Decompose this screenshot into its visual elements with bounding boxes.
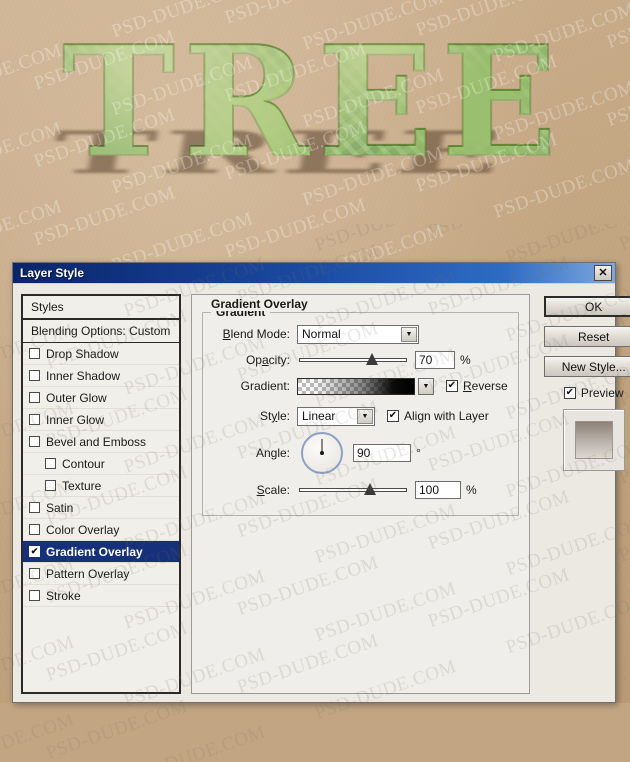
align-checkbox-box[interactable]: ✔: [387, 410, 399, 422]
sidebar-item-label: Bevel and Emboss: [46, 434, 147, 449]
gradient-label: Gradient:: [240, 379, 290, 393]
effect-checkbox[interactable]: ✔: [29, 546, 40, 557]
layer-style-dialog: Layer Style ✕ Styles Blending Options: C…: [0, 224, 630, 762]
blend-mode-value: Normal: [302, 327, 341, 341]
opacity-label: Opacity:: [245, 353, 290, 367]
style-label: Style:: [259, 409, 290, 423]
angle-unit: °: [416, 446, 421, 460]
sidebar-item-blending-options[interactable]: Blending Options: Custom: [23, 320, 179, 343]
close-icon[interactable]: ✕: [594, 265, 612, 281]
sidebar-item-label: Inner Glow: [46, 412, 105, 427]
sidebar-item-label: Outer Glow: [46, 390, 107, 405]
tree-artwork: TREE TREE TREE PSD-DUDE.COMPSD-DUDE.COMP…: [0, 0, 630, 262]
sidebar-item-label: Stroke: [46, 588, 81, 603]
sidebar-item-label: Drop Shadow: [46, 346, 119, 361]
blend-mode-row: Blend Mode: Normal ▼: [213, 321, 508, 347]
effect-checkbox[interactable]: [45, 480, 56, 491]
section-title: Gradient Overlay: [206, 297, 313, 311]
angle-label: Angle:: [255, 446, 290, 460]
effect-checkbox[interactable]: [45, 458, 56, 469]
scale-input[interactable]: 100: [415, 481, 461, 499]
preview-thumbnail-gradient: [574, 421, 613, 459]
opacity-input[interactable]: 70: [415, 351, 455, 369]
sidebar-item-inner-shadow[interactable]: Inner Shadow: [23, 365, 179, 387]
scale-label: Scale:: [256, 483, 290, 497]
new-style-button[interactable]: New Style...: [543, 356, 630, 377]
angle-dial[interactable]: [301, 432, 343, 474]
reverse-label: Reverse: [463, 379, 508, 393]
sidebar-item-label: Pattern Overlay: [46, 566, 130, 581]
sidebar-item-label: Contour: [62, 456, 105, 471]
preview-thumbnail: [562, 409, 625, 471]
effect-checkbox[interactable]: [29, 370, 40, 381]
sidebar-item-inner-glow[interactable]: Inner Glow: [23, 409, 179, 431]
ok-button[interactable]: OK: [543, 296, 630, 317]
sidebar-item-label: Texture: [62, 478, 102, 493]
reverse-checkbox-box[interactable]: ✔: [446, 380, 458, 392]
scale-slider[interactable]: [299, 483, 407, 497]
preview-label: Preview: [580, 386, 624, 400]
sidebar-item-stroke[interactable]: Stroke: [23, 585, 179, 607]
sidebar-item-label: Satin: [46, 500, 74, 515]
opacity-slider-thumb[interactable]: [366, 353, 378, 365]
effect-checkbox[interactable]: [29, 590, 40, 601]
sidebar-item-drop-shadow[interactable]: Drop Shadow: [23, 343, 179, 365]
sidebar-item-label: Gradient Overlay: [46, 544, 143, 559]
opacity-slider[interactable]: [299, 353, 407, 367]
opacity-row: Opacity: 70 %: [213, 347, 508, 373]
dialog-titlebar[interactable]: Layer Style ✕: [13, 263, 615, 284]
effects-list: Drop Shadow Inner Shadow Outer Glow Inner G…: [23, 343, 179, 692]
gradient-row: Gradient: ▼ ✔ Reverse: [213, 373, 508, 399]
align-with-layer-checkbox[interactable]: ✔ Align with Layer: [387, 409, 489, 423]
style-select[interactable]: Linear ▼: [297, 406, 375, 426]
reverse-checkbox[interactable]: ✔ Reverse: [446, 379, 508, 393]
gradient-swatch[interactable]: [297, 377, 415, 395]
tree-text: TREE: [62, 12, 566, 191]
dialog-actions: OK Reset New Style... ✔ Preview: [540, 294, 630, 694]
sidebar-item-texture[interactable]: Texture: [23, 475, 179, 497]
effect-checkbox[interactable]: [29, 392, 40, 403]
dialog-title: Layer Style: [20, 266, 85, 280]
gradient-group: Gradient Blend Mode: Normal ▼ Opacity: 7…: [202, 305, 519, 516]
style-value: Linear: [302, 409, 336, 423]
effect-checkbox[interactable]: [29, 348, 40, 359]
style-chevron-down-icon[interactable]: ▼: [357, 408, 373, 424]
blend-mode-label: Blend Mode:: [222, 327, 290, 341]
sidebar-item-bevel-and-emboss[interactable]: Bevel and Emboss: [23, 431, 179, 453]
style-row: Style: Linear ▼ ✔ Align with Layer: [213, 403, 508, 429]
effect-checkbox[interactable]: [29, 502, 40, 513]
chevron-down-icon[interactable]: ▼: [401, 326, 417, 342]
sidebar-item-gradient-overlay[interactable]: ✔ Gradient Overlay: [23, 541, 179, 563]
gradient-chevron-down-icon[interactable]: ▼: [418, 377, 434, 395]
scale-slider-track: [299, 488, 407, 492]
styles-sidebar: Styles Blending Options: Custom Drop Sha…: [21, 294, 181, 694]
sidebar-item-contour[interactable]: Contour: [23, 453, 179, 475]
preview-checkbox-box[interactable]: ✔: [563, 387, 576, 399]
align-label: Align with Layer: [404, 409, 489, 423]
effect-checkbox[interactable]: [29, 524, 40, 535]
preview-checkbox[interactable]: ✔ Preview: [563, 386, 624, 400]
sidebar-item-pattern-overlay[interactable]: Pattern Overlay: [23, 563, 179, 585]
reset-button[interactable]: Reset: [543, 326, 630, 347]
effect-checkbox[interactable]: [29, 568, 40, 579]
sidebar-item-label: Color Overlay: [46, 522, 120, 537]
effect-checkbox[interactable]: [29, 436, 40, 447]
effect-checkbox[interactable]: [29, 414, 40, 425]
scale-row: Scale: 100 %: [213, 477, 508, 503]
scale-slider-thumb[interactable]: [364, 483, 376, 495]
sidebar-item-color-overlay[interactable]: Color Overlay: [23, 519, 179, 541]
sidebar-item-styles[interactable]: Styles: [23, 296, 179, 320]
blend-mode-select[interactable]: Normal ▼: [297, 324, 419, 344]
opacity-slider-track: [299, 358, 407, 362]
sidebar-item-satin[interactable]: Satin: [23, 497, 179, 519]
sidebar-item-label: Inner Shadow: [46, 368, 121, 383]
gradient-overlay-panel: Gradient Overlay Gradient Blend Mode: No…: [191, 294, 530, 694]
dialog-body: Styles Blending Options: Custom Drop Sha…: [0, 224, 630, 762]
angle-row: Angle: 90 °: [213, 429, 508, 477]
angle-input[interactable]: 90: [353, 444, 411, 462]
scale-unit: %: [466, 483, 477, 497]
angle-hub: [320, 451, 324, 455]
opacity-unit: %: [460, 353, 471, 367]
sidebar-item-outer-glow[interactable]: Outer Glow: [23, 387, 179, 409]
